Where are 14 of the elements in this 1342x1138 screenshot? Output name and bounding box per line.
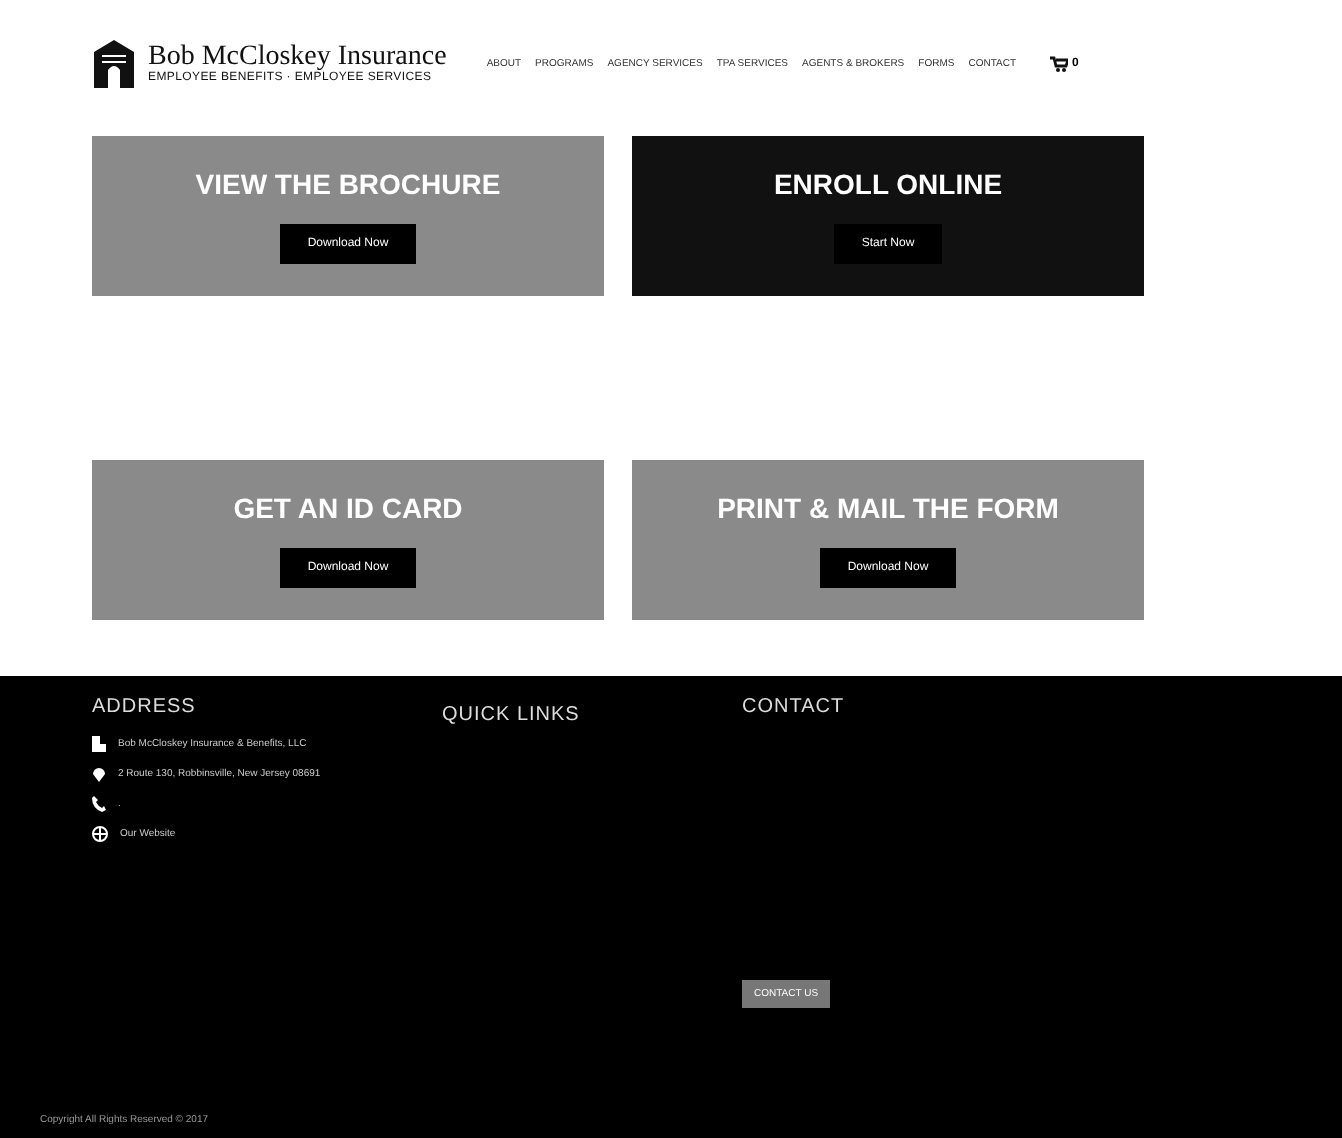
logo-title[interactable]: Bob McCloskey Insurance bbox=[148, 44, 447, 72]
globe-icon bbox=[92, 826, 108, 842]
phone-icon bbox=[92, 796, 106, 812]
footer-heading: CONTACT bbox=[742, 696, 847, 718]
building-icon bbox=[92, 736, 106, 752]
footer-heading: ADDRESS bbox=[92, 696, 198, 718]
logo-icon bbox=[92, 38, 136, 90]
card-title: GET AN ID CARD bbox=[233, 492, 463, 524]
card-title: ENROLL ONLINE bbox=[773, 168, 1003, 200]
footer-heading: QUICK LINKS bbox=[442, 704, 582, 726]
cart-icon[interactable] bbox=[1050, 56, 1068, 72]
card-title: VIEW THE BROCHURE bbox=[195, 168, 501, 200]
pin-icon bbox=[92, 766, 106, 782]
card-title: PRINT & MAIL THE FORM bbox=[717, 492, 1059, 524]
